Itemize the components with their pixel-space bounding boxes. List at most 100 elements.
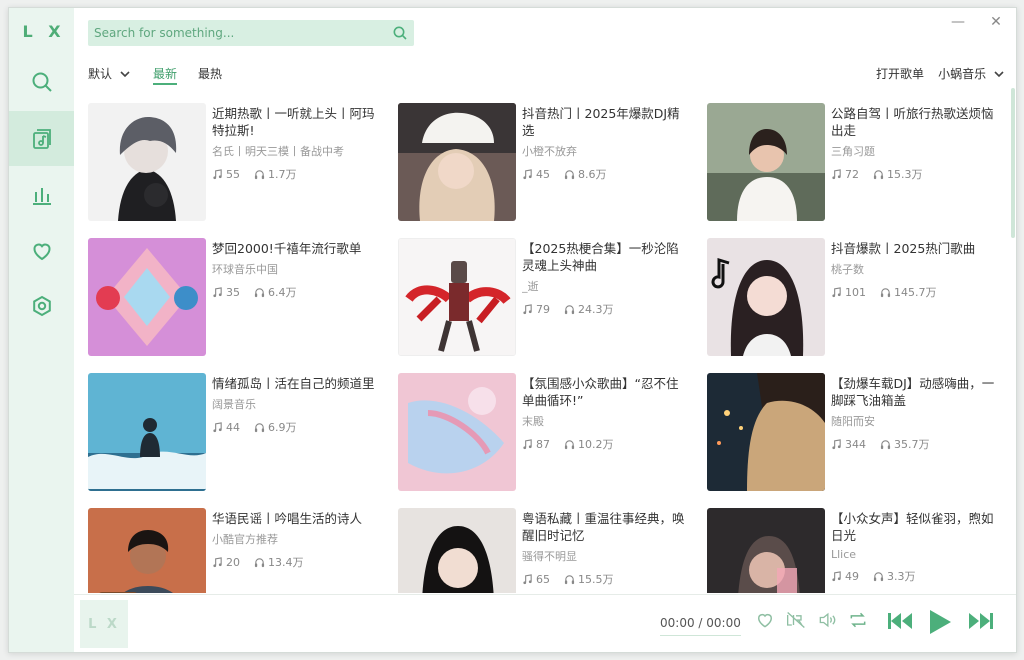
songlist-title[interactable]: 抖音热门丨2025年爆款DJ精选 [522,105,686,139]
songlist-cover[interactable] [398,238,516,356]
headphones-icon [254,557,265,567]
songlist-title[interactable]: 情绪孤岛丨活在自己的频道里 [212,375,376,392]
songlist-card[interactable]: 【2025热梗合集】一秒沦陷灵魂上头神曲 _逝 79 24.3万 [398,238,698,356]
song-count: 79 [536,302,550,316]
songlist-stats: 35 6.4万 [212,284,376,300]
songlist-title[interactable]: 【氛围感小众歌曲】“忍不住单曲循环!” [522,375,686,409]
song-count: 45 [536,167,550,181]
headphones-icon [564,574,575,584]
previous-button[interactable] [886,610,914,632]
songlist-cover[interactable] [398,103,516,221]
minimize-icon[interactable]: — [948,13,968,31]
settings-icon [32,295,51,316]
songlist-author: 末殿 [522,415,544,428]
player-cover[interactable]: L X [80,600,128,648]
play-button[interactable] [927,608,953,636]
songlist-title[interactable]: 华语民谣丨吟唱生活的诗人 [212,510,376,527]
songlist-info: 粤语私藏丨重温往事经典，唤醒旧时记忆 骚得不明显 65 15.5万 [522,510,686,587]
lyric-button[interactable] [785,610,807,630]
tab-latest[interactable]: 最新 [153,65,178,85]
play-count: 15.5万 [578,573,614,586]
songlist-card[interactable]: 近期热歌丨一听就上头丨阿玛特拉斯! 名氏丨明天三模丨备战中考 55 1.7万 [88,103,388,221]
songlist-card[interactable]: 梦回2000!千禧年流行歌单 环球音乐中国 35 6.4万 [88,238,388,356]
songlist-cover[interactable] [707,373,825,491]
search-icon[interactable] [392,25,408,41]
headphones-icon [564,439,575,449]
songlist-cover[interactable] [88,238,206,356]
skip-previous-icon [888,613,912,629]
songlist-cover[interactable] [88,508,206,593]
songlist-card[interactable]: 抖音热门丨2025年爆款DJ精选 小橙不放弃 45 8.6万 [398,103,698,221]
song-count: 44 [226,420,240,434]
volume-button[interactable] [816,610,838,630]
source-dropdown[interactable]: 小蜗音乐 [938,65,1004,82]
songlist-author: 骚得不明显 [522,550,577,563]
window-controls: — ✕ [948,13,1006,31]
songlist-info: 华语民谣丨吟唱生活的诗人 小酷官方推荐 20 13.4万 [212,510,376,570]
nav-settings[interactable] [9,278,74,333]
songlist-author: 阔景音乐 [212,398,256,411]
nav-songlist[interactable] [9,111,74,166]
songlist-author: 环球音乐中国 [212,263,278,276]
songlist-cover[interactable] [707,508,825,593]
heart-outline-icon [758,613,772,628]
song-count: 55 [226,167,240,181]
headphones-icon [564,304,575,314]
songlist-info: 情绪孤岛丨活在自己的频道里 阔景音乐 44 6.9万 [212,375,376,435]
songlist-title[interactable]: 【劲爆车载DJ】动感嗨曲，一脚踩飞油箱盖 [831,375,995,409]
headphones-icon [880,287,891,297]
songlist-card[interactable]: 华语民谣丨吟唱生活的诗人 小酷官方推荐 20 13.4万 [88,508,388,593]
open-songlist-button[interactable]: 打开歌单 [876,65,924,82]
music-note-icon [832,286,841,297]
lyric-icon [787,612,805,628]
songlist-card[interactable]: 【劲爆车载DJ】动感嗨曲，一脚踩飞油箱盖 随阳而安 344 35.7万 [707,373,1007,491]
songlist-cover[interactable] [398,373,516,491]
headphones-icon [873,571,884,581]
songlist-title[interactable]: 公路自驾丨听旅行热歌送烦恼出走 [831,105,995,139]
song-count: 65 [536,572,550,586]
songlist-title[interactable]: 近期热歌丨一听就上头丨阿玛特拉斯! [212,105,376,139]
songlist-icon [32,128,51,149]
search-box[interactable] [88,20,414,46]
songlist-title[interactable]: 粤语私藏丨重温往事经典，唤醒旧时记忆 [522,510,686,544]
songlist-stats: 65 15.5万 [522,571,686,587]
songlist-card[interactable]: 公路自驾丨听旅行热歌送烦恼出走 三角习题 72 15.3万 [707,103,1007,221]
songlist-title[interactable]: 【小众女声】轻似雀羽，煦如日光 [831,510,995,544]
scrollbar[interactable] [1011,88,1015,238]
close-icon[interactable]: ✕ [986,13,1006,31]
songlist-card[interactable]: 【氛围感小众歌曲】“忍不住单曲循环!” 末殿 87 10.2万 [398,373,698,491]
songlist-title[interactable]: 抖音爆款丨2025热门歌曲 [831,240,995,257]
songlist-card[interactable]: 抖音爆款丨2025热门歌曲 桃子数 101 145.7万 [707,238,1007,356]
songlist-author: 小酷官方推荐 [212,533,278,546]
play-count: 35.7万 [894,438,930,451]
songlist-title[interactable]: 梦回2000!千禧年流行歌单 [212,240,376,257]
search-input[interactable] [94,24,374,42]
songlist-cover[interactable] [707,238,825,356]
songlist-cover[interactable] [88,373,206,491]
tab-hot[interactable]: 最热 [198,65,222,82]
next-button[interactable] [967,610,995,632]
songlist-card[interactable]: 粤语私藏丨重温往事经典，唤醒旧时记忆 骚得不明显 65 15.5万 [398,508,698,593]
songlist-stats: 79 24.3万 [522,301,686,317]
songlist-author: _逝 [522,280,539,293]
music-note-icon [213,286,222,297]
songlist-card[interactable]: 【小众女声】轻似雀羽，煦如日光 Llice 49 3.3万 [707,508,1007,593]
songlist-cover[interactable] [707,103,825,221]
music-note-icon [213,556,222,567]
songlist-title[interactable]: 【2025热梗合集】一秒沦陷灵魂上头神曲 [522,240,686,274]
songlist-stats: 20 13.4万 [212,554,376,570]
songlist-card[interactable]: 情绪孤岛丨活在自己的频道里 阔景音乐 44 6.9万 [88,373,388,491]
favorite-button[interactable] [755,610,775,630]
repeat-button[interactable] [848,610,868,630]
nav-search[interactable] [9,54,74,109]
bar-chart-icon [32,187,51,205]
songlist-stats: 87 10.2万 [522,436,686,452]
play-icon [930,610,951,634]
songlist-info: 抖音爆款丨2025热门歌曲 桃子数 101 145.7万 [831,240,995,300]
nav-leaderboard[interactable] [9,167,74,222]
songlist-cover[interactable] [398,508,516,593]
sort-dropdown[interactable]: 默认 [88,65,130,82]
nav-favorites[interactable] [9,223,74,278]
song-count: 20 [226,555,240,569]
songlist-cover[interactable] [88,103,206,221]
